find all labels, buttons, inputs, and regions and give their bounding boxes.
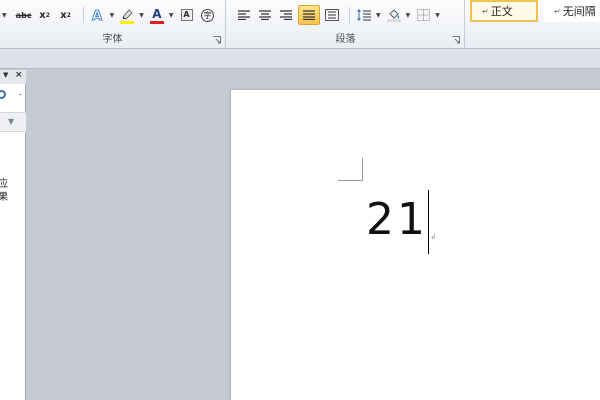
text-effects-button[interactable]: A [89,5,107,25]
align-center-button[interactable] [256,5,274,25]
shading-button[interactable] [385,5,403,25]
navigation-search[interactable]: - [0,88,26,104]
chevron-down-icon[interactable]: ▼ [406,12,411,19]
paragraph-group-label: 段落 [335,34,356,45]
align-right-icon [280,10,292,20]
strikethrough-label: abc [15,10,32,20]
paragraph-toolbar-row: ▼ ▼ ▼ [235,5,444,25]
style-normal-label: 正文 [490,5,513,18]
close-icon[interactable]: × [15,70,23,80]
styles-group: ↵ 正文 ↵ 无间隔 [466,0,600,48]
distributed-button[interactable] [323,5,341,25]
subscript-mark: 2 [45,11,50,19]
search-icon [0,90,6,99]
style-normal[interactable]: ↵ 正文 [470,0,538,22]
line-spacing-icon [357,9,371,21]
font-color-label: A [152,6,162,21]
navigation-text-line: 果 [0,192,8,203]
svg-text:A: A [92,9,102,22]
chevron-down-icon[interactable]: ▼ [169,12,174,19]
superscript-mark: 2 [66,11,71,19]
paragraph-mark-icon: ↵ [554,6,561,16]
document-body-text[interactable]: 21 [366,194,428,246]
paragraph-mark-icon: ↵ [482,6,489,16]
margin-corner-mark [338,158,363,181]
highlighter-icon [122,9,133,20]
superscript-button[interactable]: x2 [57,5,75,25]
borders-icon [416,9,430,21]
font-group-label: 字体 [102,34,123,45]
enclose-characters-button[interactable]: 字 [199,5,217,25]
align-center-icon [259,10,271,20]
navigation-pane-header: ▼ × [0,70,26,84]
chevron-down-icon[interactable]: ▼ [2,12,7,19]
style-no-spacing-label: 无间隔 [562,5,596,18]
subscript-button[interactable]: x2 [36,5,54,25]
character-shading-button[interactable]: A [178,5,196,25]
ruler-bar [0,49,600,69]
document-page[interactable]: 21 ↲ [231,90,600,400]
chevron-down-icon[interactable]: ▼ [376,12,381,19]
align-left-button[interactable] [235,5,253,25]
character-shading-icon: A [180,9,193,21]
justify-icon [303,10,315,20]
separator [82,7,84,23]
distributed-icon [325,9,339,21]
dialog-launcher-icon[interactable] [452,36,460,44]
chevron-down-icon[interactable]: - [19,90,22,99]
ribbon: ▼ abc x2 x2 A ▼ ▼ A ▼ A 字 字体 ▼ ▼ ▼ 段落 ↵ … [0,0,600,49]
paragraph-group: ▼ ▼ ▼ 段落 [227,0,465,48]
line-spacing-button[interactable] [355,5,373,25]
highlight-button[interactable] [118,5,136,25]
navigation-pane: ▼ × - ▼ 应 果 [0,70,26,400]
align-right-button[interactable] [277,5,295,25]
chevron-down-icon[interactable]: ▼ [8,117,14,126]
separator [349,7,350,23]
paint-bucket-icon [387,9,400,22]
style-no-spacing[interactable]: ↵ 无间隔 [544,0,600,22]
font-color-button[interactable]: A [148,5,166,25]
chevron-down-icon[interactable]: ▼ [435,12,440,19]
borders-button[interactable] [414,5,432,25]
strikethrough-button[interactable]: abc [15,5,33,25]
font-group: ▼ abc x2 x2 A ▼ ▼ A ▼ A 字 字体 [0,0,226,48]
chevron-down-icon[interactable]: ▼ [139,12,144,19]
chevron-down-icon[interactable]: ▼ [3,71,8,79]
enclose-characters-icon: 字 [201,8,214,22]
align-left-icon [238,10,250,20]
text-cursor [428,190,429,254]
dialog-launcher-icon[interactable] [213,36,221,44]
font-toolbar-row: ▼ abc x2 x2 A ▼ ▼ A ▼ A 字 [0,5,220,25]
highlight-color-bar [120,21,135,24]
paragraph-mark-icon: ↲ [430,232,437,241]
navigation-tabs[interactable]: ▼ [0,112,26,132]
text-effects-icon: A [91,9,102,23]
chevron-down-icon[interactable]: ▼ [110,12,115,19]
font-color-bar [149,21,164,24]
justify-button[interactable] [298,5,320,25]
